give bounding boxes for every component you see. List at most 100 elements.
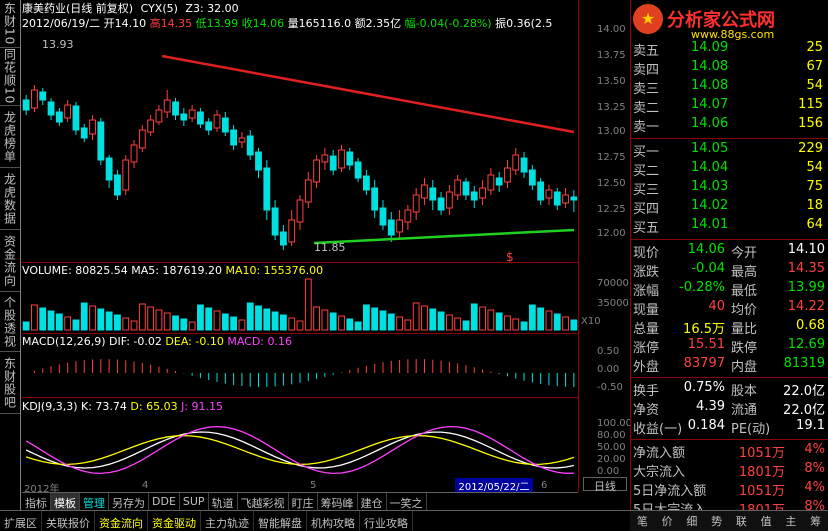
sell-level-row[interactable]: 卖三 14.08 54 [631, 78, 828, 97]
quote-footer-tab[interactable]: 价 [662, 513, 673, 529]
footer-tab[interactable]: 资金驱动 [148, 511, 201, 531]
level-price: 14.07 [691, 97, 729, 112]
level-volume: 115 [798, 97, 823, 112]
indicator-tab[interactable]: 一笑之 [387, 493, 427, 510]
quote-footer-tab[interactable]: 值 [761, 513, 772, 529]
sell-level-row[interactable]: 卖四 14.08 67 [631, 59, 828, 78]
footer-tab[interactable]: 扩展区 [0, 511, 42, 531]
sell-level-row[interactable]: 卖二 14.07 115 [631, 97, 828, 116]
footer-tab[interactable]: 主力轨迹 [201, 511, 254, 531]
indicator-tab[interactable]: 飞越彩视 [238, 493, 289, 510]
quote-footer-tab[interactable]: 筹 [810, 513, 821, 529]
indicator-tab[interactable]: SUP [180, 493, 209, 510]
buy-level-row[interactable]: 买二 14.04 54 [631, 160, 828, 179]
stat-row: 外盘 83797 内盘 81319 [631, 356, 828, 375]
x-axis-label-june: 6 [541, 480, 548, 491]
kline-chart[interactable]: 13.93 11.85 $ [22, 30, 578, 492]
volume-bar [230, 316, 238, 331]
quote-footer-tab[interactable]: 势 [711, 513, 722, 529]
candle-body [279, 231, 287, 246]
level-volume: 54 [806, 160, 823, 175]
sidebar-tab-stock-insight[interactable]: 个股透视 [0, 292, 20, 352]
candle-body [321, 154, 329, 163]
quote-footer-tab[interactable]: 联 [736, 513, 747, 529]
indicator-tab[interactable]: DDE [149, 493, 180, 510]
volume-bar [31, 304, 38, 331]
z3-indicator: Z3: 32.00 [185, 2, 239, 15]
buy-level-row[interactable]: 买五 14.01 64 [631, 217, 828, 236]
level-price: 14.09 [691, 40, 729, 55]
volume-header: VOLUME: 80825.54 MA5: 187619.20 MA10: 15… [22, 264, 323, 278]
volume-bar [263, 308, 271, 331]
fin-row: 收益(一) 0.184 PE(动) 19.1 [631, 418, 828, 437]
candle-body [313, 159, 321, 183]
x-axis-label-may: 5 [310, 480, 317, 491]
candle-body [387, 219, 395, 236]
quote-footer-tab[interactable]: 主 [785, 513, 796, 529]
indicator-tab[interactable]: 模板 [51, 493, 80, 510]
indicator-tab[interactable]: 管理 [80, 493, 109, 510]
sell-level-row[interactable]: 卖五 14.09 25 [631, 40, 828, 59]
buy-level-row[interactable]: 买四 14.02 18 [631, 198, 828, 217]
volume-bar [528, 304, 536, 331]
buy-level-row[interactable]: 买一 14.05 229 [631, 141, 828, 160]
sidebar-tab-longhu-data[interactable]: 龙虎数据 [0, 168, 20, 230]
period-selector[interactable]: 日线 [583, 477, 627, 493]
d-line [25, 434, 575, 466]
indicator-tab[interactable]: 另存为 [109, 493, 149, 510]
scale-tick: 0.50 [597, 346, 620, 357]
volume-bar [72, 319, 80, 331]
indicator-tab[interactable]: 盯庄 [289, 493, 318, 510]
stat-row: 涨幅 -0.28% 最低 13.99 [631, 280, 828, 299]
ma10-value: MA10: 155376.00 [225, 264, 324, 277]
sidebar-tab-longhu-list[interactable]: 龙虎榜单 [0, 106, 20, 168]
level-label: 买五 [633, 221, 660, 236]
fin-label: 净资 [633, 403, 660, 418]
sell-level-row[interactable]: 卖一 14.06 156 [631, 116, 828, 135]
quote-footer-tab[interactable]: 细 [686, 513, 697, 529]
level-label: 买四 [633, 202, 660, 217]
candle-body [114, 174, 121, 196]
indicator-tab[interactable]: 轨道 [209, 493, 238, 510]
footer-tab[interactable]: 机构攻略 [307, 511, 360, 531]
candle-body [97, 121, 105, 161]
candle-body [429, 187, 437, 201]
sidebar-tab-tonghuashun10[interactable]: 同花顺10 [0, 48, 20, 106]
candle-body [528, 169, 536, 186]
flow-value: 1051万 [738, 484, 785, 499]
candle-body [454, 179, 462, 196]
sidebar-tab-fund-flow[interactable]: 资金流向 [0, 230, 20, 292]
flow-row[interactable]: 5日净流入额 1051万 4% [631, 480, 828, 499]
flow-row[interactable]: 净流入额 1051万 4% [631, 442, 828, 461]
footer-tab[interactable]: 关联报价 [42, 511, 95, 531]
volume-bar [362, 304, 370, 331]
volume-bar [47, 310, 55, 331]
indicator-tab[interactable]: 建仓 [358, 493, 387, 510]
flow-label: 大宗流入 [633, 465, 686, 480]
scale-tick: 12.00 [597, 228, 626, 239]
scale-tick: 80.00 [597, 430, 626, 441]
quote-footer-tab[interactable]: 笔 [637, 513, 648, 529]
stat-label: 涨幅 [633, 284, 660, 299]
candle-body [520, 157, 528, 173]
amount-label: 额2.35亿 [354, 17, 402, 30]
candle-body [138, 129, 146, 149]
scale-tick: 50.00 [597, 442, 626, 453]
flow-row[interactable]: 大宗流入 1801万 8% [631, 461, 828, 480]
indicator-tab[interactable]: 筹码峰 [318, 493, 358, 510]
footer-tab[interactable]: 智能解盘 [254, 511, 307, 531]
sidebar-tab-guba[interactable]: 东财股吧 [0, 352, 20, 414]
indicator-tab[interactable]: 指标 [22, 493, 51, 510]
candle-body [512, 154, 520, 171]
sidebar-tab-dongcai10[interactable]: 东财10 [0, 0, 20, 48]
candle-body [80, 127, 88, 139]
level-label: 卖五 [633, 44, 660, 59]
panel-divider [22, 333, 578, 334]
volume-bar [279, 314, 287, 331]
buy-level-row[interactable]: 买三 14.03 75 [631, 179, 828, 198]
candle-body [288, 219, 296, 243]
footer-tab[interactable]: 资金流向 [95, 511, 148, 531]
fin-value: 4.39 [696, 399, 725, 414]
footer-tab[interactable]: 行业攻略 [360, 511, 413, 531]
stat-label: 最低 [731, 284, 758, 299]
